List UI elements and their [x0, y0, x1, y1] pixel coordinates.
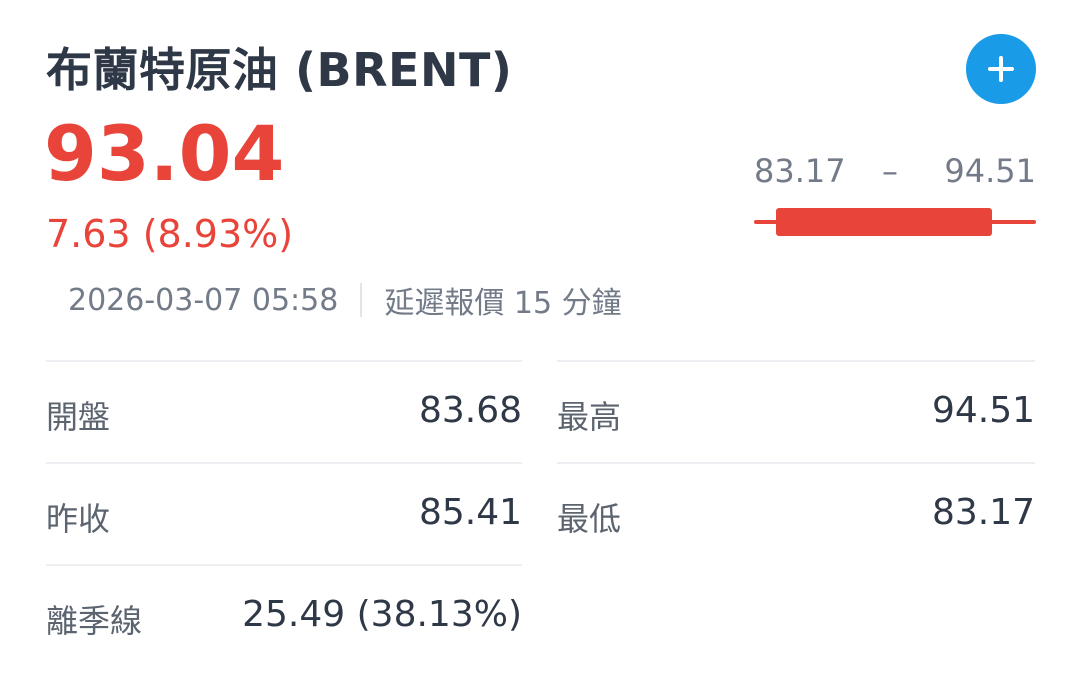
stat-label: 昨收 — [46, 500, 111, 538]
stat-row-low: 最低 83.17 — [557, 462, 1035, 564]
meta-divider — [360, 283, 363, 317]
day-range-low: 83.17 — [754, 152, 846, 190]
stat-label: 開盤 — [46, 398, 111, 436]
stats-left-column: 開盤 83.68 昨收 85.41 離季線 25.49 (38.13%) — [46, 360, 522, 666]
stat-value: 83.17 — [931, 492, 1035, 533]
stat-row-prev-close: 昨收 85.41 — [46, 462, 522, 564]
day-range-body — [775, 208, 993, 236]
stat-value: 83.68 — [418, 390, 522, 431]
day-range-high: 94.51 — [944, 152, 1036, 190]
stat-row-high: 最高 94.51 — [557, 360, 1035, 462]
stat-value: 94.51 — [931, 390, 1035, 431]
stat-value: 25.49 (38.13%) — [242, 594, 522, 635]
stat-row-quarter-line: 離季線 25.49 (38.13%) — [46, 564, 522, 666]
day-range-bar — [754, 206, 1036, 238]
price-change: 7.63 (8.93%) — [46, 212, 294, 256]
delay-note: 延遲報價 15 分鐘 — [384, 286, 622, 321]
day-range-dash: – — [882, 152, 898, 190]
stat-value: 85.41 — [418, 492, 522, 533]
stats-right-column: 最高 94.51 最低 83.17 — [557, 360, 1035, 564]
instrument-title: 布蘭特原油 (BRENT) — [46, 43, 513, 97]
plus-icon-vertical — [999, 56, 1003, 82]
stat-row-open: 開盤 83.68 — [46, 360, 522, 462]
current-price: 93.04 — [44, 109, 285, 198]
quote-timestamp: 2026-03-07 05:58 — [68, 282, 339, 318]
stat-label: 最低 — [557, 500, 622, 538]
stat-label: 離季線 — [46, 602, 143, 640]
add-to-watchlist-button[interactable] — [966, 34, 1036, 104]
quote-meta: 2026-03-07 05:58 延遲報價 15 分鐘 — [68, 278, 622, 322]
stat-label: 最高 — [557, 398, 622, 436]
